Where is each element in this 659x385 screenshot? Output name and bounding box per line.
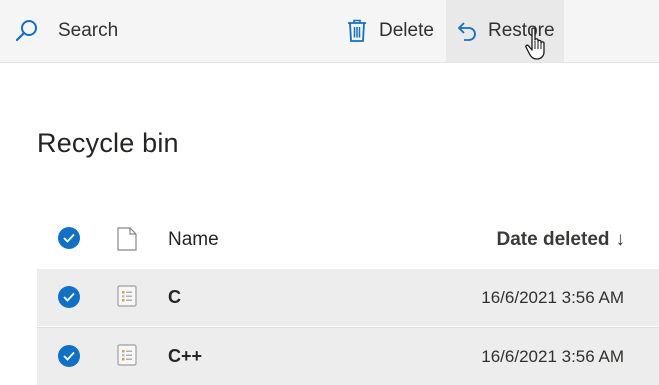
list-header: Name Date deleted ↓ (37, 210, 659, 268)
item-name[interactable]: C++ (168, 346, 202, 367)
item-name[interactable]: C (168, 287, 181, 308)
search-label: Search (58, 20, 119, 41)
delete-label: Delete (379, 20, 434, 41)
hand-pointer-cursor-icon (525, 27, 549, 66)
list-row[interactable]: C 16/6/2021 3:56 AM (37, 269, 659, 326)
search-box[interactable]: Search (14, 0, 118, 62)
undo-icon (456, 20, 478, 42)
date-deleted-header-label: Date deleted (496, 229, 610, 250)
document-icon (117, 344, 137, 371)
search-icon (14, 18, 40, 44)
file-type-icon (117, 227, 137, 256)
date-deleted-column-header[interactable]: Date deleted ↓ (497, 229, 625, 251)
list-row[interactable]: C++ 16/6/2021 3:56 AM (37, 327, 659, 385)
delete-button[interactable]: Delete (346, 0, 434, 62)
trash-icon (346, 19, 368, 43)
document-icon (117, 285, 137, 312)
row-checkbox[interactable] (58, 345, 80, 367)
name-column-header[interactable]: Name (168, 229, 219, 251)
sort-descending-icon: ↓ (615, 229, 626, 250)
command-bar: Search Delete Restore (0, 0, 659, 63)
page-title: Recycle bin (37, 128, 179, 158)
select-all-checkbox[interactable] (58, 227, 80, 249)
item-date-deleted: 16/6/2021 3:56 AM (481, 288, 624, 307)
item-date-deleted: 16/6/2021 3:56 AM (481, 347, 624, 366)
row-checkbox[interactable] (58, 286, 80, 308)
